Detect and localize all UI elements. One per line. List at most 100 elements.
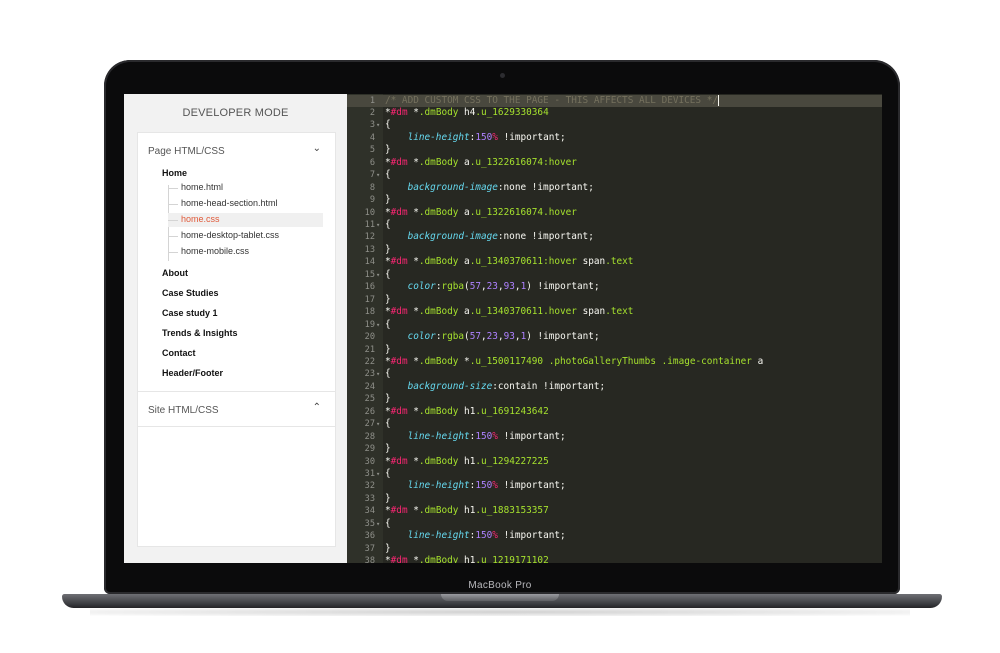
chevron-up-icon[interactable]: ⌃ [313,402,321,413]
line-number: 23 [364,369,375,380]
line-number: 3 [369,120,375,131]
code-line[interactable]: 10 *#dm *.dmBody a.u_1322616074.hover [347,207,882,219]
line-number: 19 [364,319,375,330]
code-line[interactable]: 11 ▾ { [347,219,882,231]
code-line[interactable]: 17} [347,294,882,306]
line-number: 20 [364,332,375,343]
code-line[interactable]: 15 ▾ { [347,269,882,281]
code-text: /* ADD CUSTOM CSS TO THE PAGE - THIS AFF… [385,94,720,106]
code-text: *#dm *.dmBody h1.u_1219171102 [385,555,549,563]
code-text: { [385,119,391,131]
line-number: 34 [364,506,375,517]
file-item[interactable]: home-head-section.html [168,197,323,211]
file-item-active[interactable]: home.css [168,213,323,227]
section-label: Page HTML/CSS [148,146,225,157]
code-text: { [385,318,391,330]
code-line[interactable]: 25} [347,393,882,405]
code-line[interactable]: 34 *#dm *.dmBody h1.u_1883153357 [347,505,882,517]
fold-arrow-icon[interactable]: ▾ [376,368,380,380]
code-line[interactable]: 7 ▾ { [347,169,882,181]
file-item[interactable]: home.html [168,181,323,195]
laptop-notch [441,594,559,601]
nav-item-about[interactable]: About [162,268,188,278]
fold-arrow-icon[interactable]: ▾ [376,468,380,480]
code-line[interactable]: 36 line-height:150% !important; [347,530,882,542]
code-line[interactable]: 24 background-size:contain !important; [347,381,882,393]
code-line[interactable]: 18 *#dm *.dmBody a.u_1340370611.hover spa… [347,306,882,318]
code-line[interactable]: 23 ▾ { [347,368,882,380]
fold-arrow-icon[interactable]: ▾ [376,169,380,181]
code-text: *#dm *.dmBody a.u_1340370611.hover span.… [385,306,634,318]
code-text: { [385,169,391,181]
section-page-html-css[interactable]: Page HTML/CSS ⌄ [138,133,335,167]
code-line[interactable]: 19 ▾ { [347,319,882,331]
code-line[interactable]: 16 color:rgba(57,23,93,1) !important; [347,281,882,293]
code-text: *#dm *.dmBody h1.u_1294227225 [385,455,549,467]
nav-item-trends-insights[interactable]: Trends & Insights [162,328,238,338]
code-line[interactable]: 37} [347,543,882,555]
code-text: color:rgba(57,23,93,1) !important; [407,281,600,293]
code-line[interactable]: 20 color:rgba(57,23,93,1) !important; [347,331,882,343]
nav-item-case-studies[interactable]: Case Studies [162,288,219,298]
code-line[interactable]: 22 *#dm *.dmBody *.u_1500117490 .photoGal… [347,356,882,368]
fold-arrow-icon[interactable]: ▾ [376,219,380,231]
fold-arrow-icon[interactable]: ▾ [376,319,380,331]
code-line[interactable]: 6 *#dm *.dmBody a.u_1322616074:hover [347,157,882,169]
code-text: } [385,293,391,305]
text-cursor [718,94,720,106]
code-line[interactable]: 26 *#dm *.dmBody h1.u_1691243642 [347,406,882,418]
code-text: } [385,243,391,255]
code-line[interactable]: 28 line-height:150% !important; [347,431,882,443]
line-number: 32 [364,481,375,492]
code-text: background-image:none !important; [407,231,594,243]
nav-item-contact[interactable]: Contact [162,348,196,358]
code-text: line-height:150% !important; [407,530,566,542]
file-item[interactable]: home-mobile.css [168,245,323,259]
line-number: 38 [364,556,375,563]
line-number: 35 [364,518,375,529]
line-number: 13 [364,244,375,255]
code-text: background-size:contain !important; [407,380,606,392]
code-line[interactable]: 5} [347,144,882,156]
code-line[interactable]: 14 *#dm *.dmBody a.u_1340370611:hover spa… [347,256,882,268]
code-line[interactable]: 38 *#dm *.dmBody h1.u_1219171102 [347,555,882,563]
nav-item-home[interactable]: Home [162,168,187,178]
code-line[interactable]: 35 ▾ { [347,518,882,530]
code-line[interactable]: 21} [347,344,882,356]
line-number: 2 [369,107,375,118]
code-text: { [385,368,391,380]
code-line[interactable]: 8 background-image:none !important; [347,182,882,194]
nav-item-header-footer[interactable]: Header/Footer [162,368,223,378]
line-number: 21 [364,344,375,355]
line-number: 15 [364,269,375,280]
code-line[interactable]: 12 background-image:none !important; [347,231,882,243]
code-text: *#dm *.dmBody h4.u_1629330364 [385,106,549,118]
code-line[interactable]: 2 *#dm *.dmBody h4.u_1629330364 [347,107,882,119]
code-line[interactable]: 1 /* ADD CUSTOM CSS TO THE PAGE - THIS AF… [347,94,882,107]
fold-arrow-icon[interactable]: ▾ [376,418,380,430]
code-line[interactable]: 3 ▾ { [347,119,882,131]
section-site-html-css[interactable]: Site HTML/CSS ⌃ [138,391,335,427]
code-line[interactable]: 29} [347,443,882,455]
code-line[interactable]: 31 ▾ { [347,468,882,480]
code-line[interactable]: 30 *#dm *.dmBody h1.u_1294227225 [347,456,882,468]
section-label: Site HTML/CSS [148,405,219,416]
code-text: *#dm *.dmBody h1.u_1883153357 [385,505,549,517]
fold-arrow-icon[interactable]: ▾ [376,269,380,281]
code-line[interactable]: 9} [347,194,882,206]
fold-arrow-icon[interactable]: ▾ [376,119,380,131]
code-line[interactable]: 27 ▾ { [347,418,882,430]
css-code-editor[interactable]: 1 /* ADD CUSTOM CSS TO THE PAGE - THIS AF… [347,94,882,563]
chevron-down-icon[interactable]: ⌄ [313,143,321,154]
file-item[interactable]: home-desktop-tablet.css [168,229,323,243]
code-text: { [385,219,391,230]
line-number: 28 [364,431,375,442]
code-line[interactable]: 33} [347,493,882,505]
nav-item-case-study-1[interactable]: Case study 1 [162,308,218,318]
code-line[interactable]: 4 line-height:150% !important; [347,132,882,144]
line-number: 9 [369,195,375,206]
fold-arrow-icon[interactable]: ▾ [376,518,380,530]
line-number: 11 [364,220,375,230]
code-line[interactable]: 13} [347,244,882,256]
code-line[interactable]: 32 line-height:150% !important; [347,480,882,492]
